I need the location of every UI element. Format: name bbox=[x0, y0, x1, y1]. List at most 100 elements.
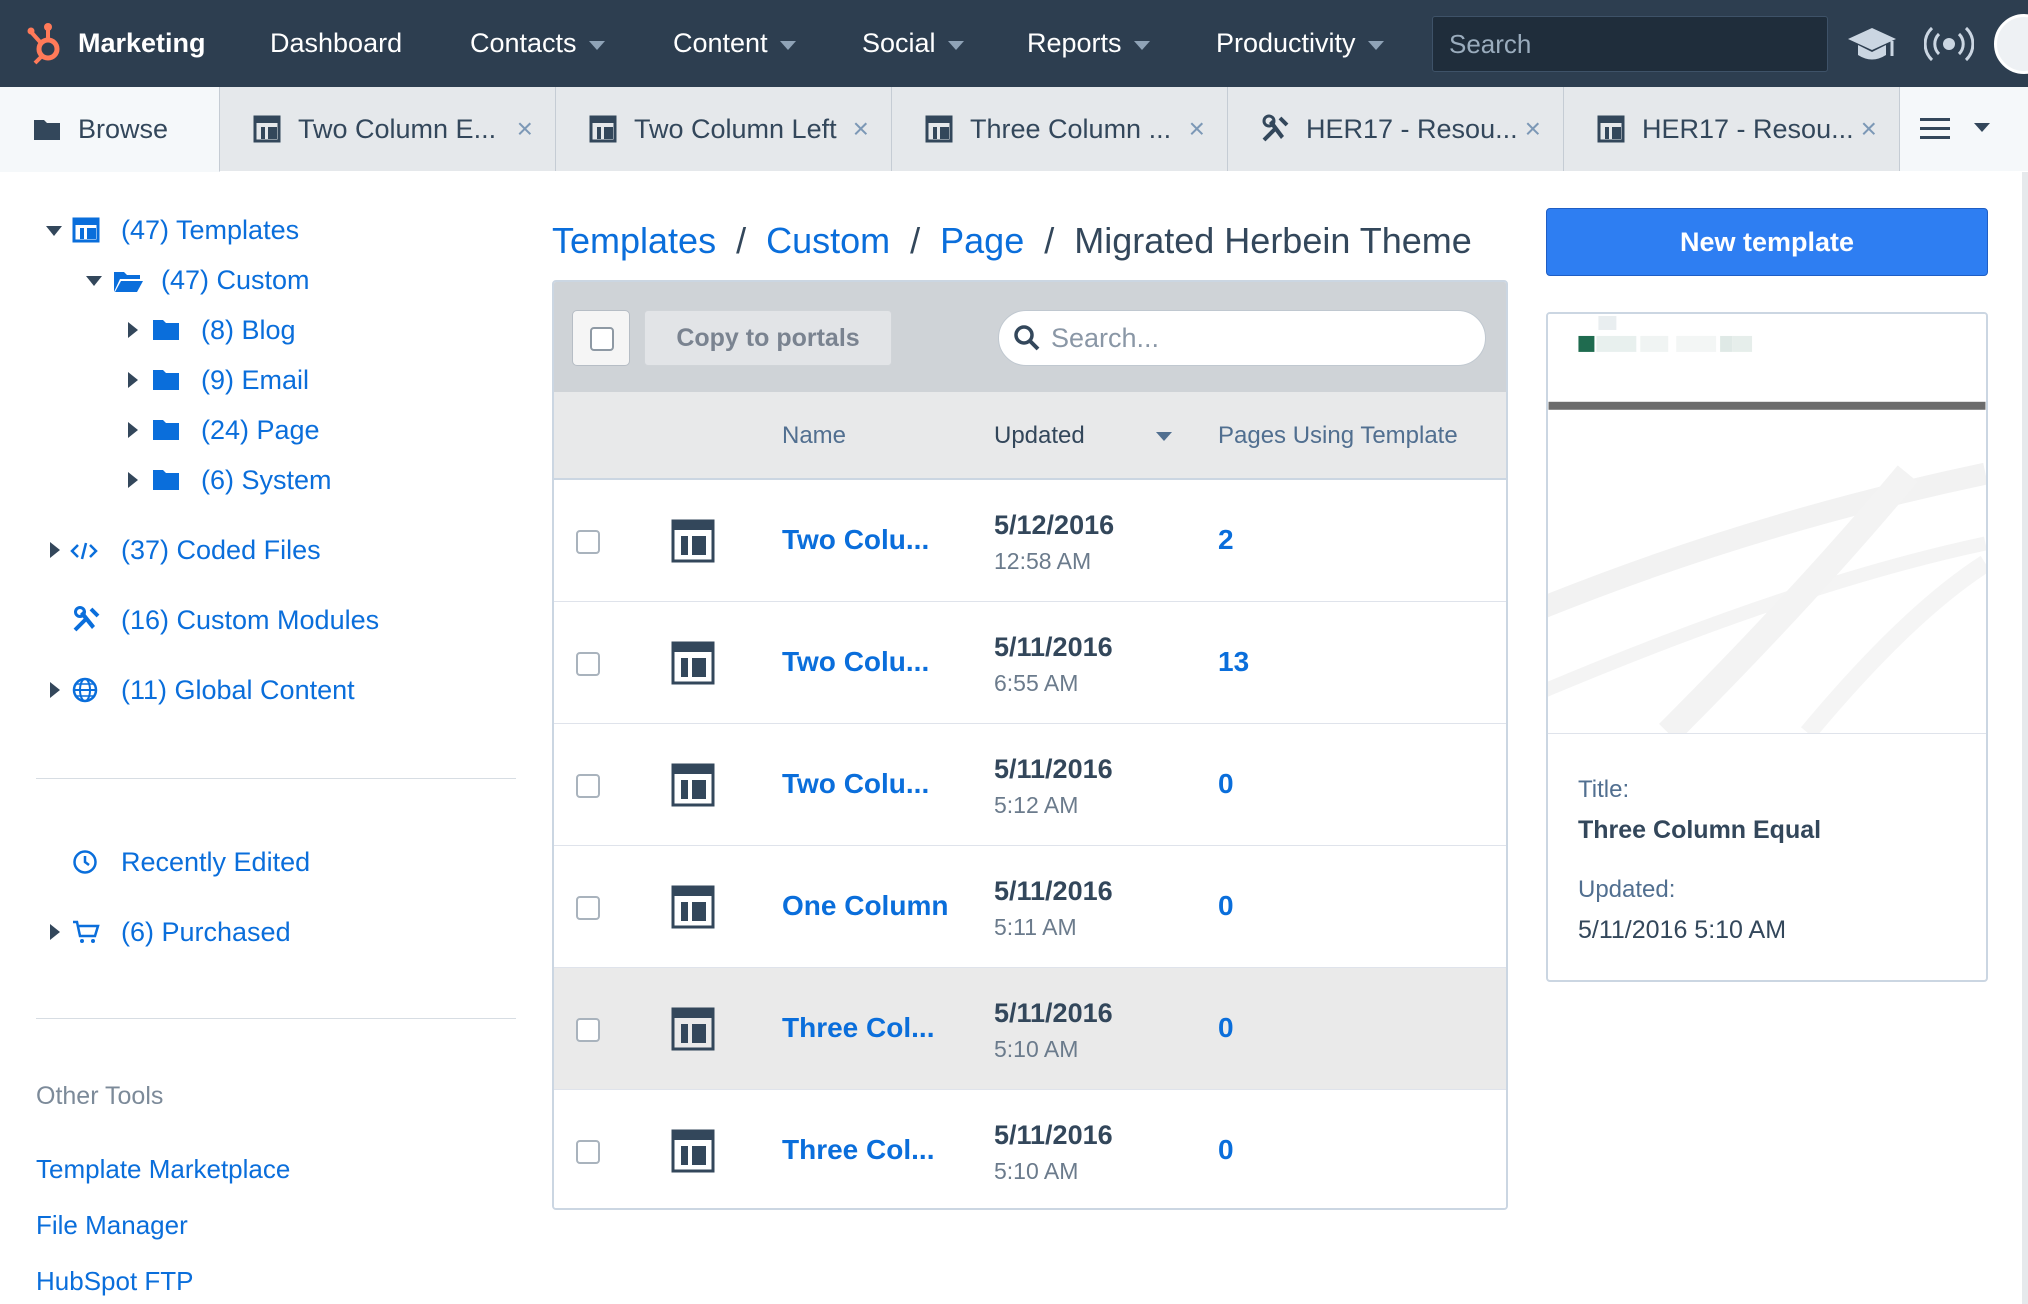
breadcrumb-custom[interactable]: Custom bbox=[766, 220, 890, 262]
notifications-icon[interactable] bbox=[1924, 22, 1974, 66]
tab-bar: Browse Two Column E... × Two Column Left… bbox=[0, 87, 2028, 172]
tree-item-email[interactable]: (9) Email bbox=[0, 360, 540, 400]
caret-right-icon[interactable] bbox=[128, 472, 138, 488]
pages-count-link[interactable]: 13 bbox=[1218, 646, 1249, 678]
template-icon bbox=[671, 1129, 715, 1173]
tree-item-custom[interactable]: (47) Custom bbox=[0, 260, 540, 300]
row-checkbox[interactable] bbox=[576, 896, 600, 920]
sort-descending-icon[interactable] bbox=[1156, 432, 1172, 441]
nav-contacts[interactable]: Contacts bbox=[470, 0, 605, 87]
table-row[interactable]: Two Colu... 5/11/2016 5:12 AM 0 bbox=[554, 724, 1506, 846]
breadcrumb-templates[interactable]: Templates bbox=[552, 220, 716, 262]
template-name-link[interactable]: Two Colu... bbox=[782, 768, 929, 800]
chevron-down-icon bbox=[1367, 40, 1384, 50]
folder-icon bbox=[34, 120, 60, 140]
caret-right-icon[interactable] bbox=[128, 372, 138, 388]
tree-item-global-content[interactable]: (11) Global Content bbox=[0, 670, 540, 710]
tree-item-blog[interactable]: (8) Blog bbox=[0, 310, 540, 350]
chevron-down-icon bbox=[1133, 40, 1150, 50]
avatar[interactable] bbox=[1994, 14, 2028, 74]
row-checkbox[interactable] bbox=[576, 1140, 600, 1164]
academy-icon[interactable] bbox=[1846, 24, 1898, 64]
row-checkbox[interactable] bbox=[576, 530, 600, 554]
nav-dashboard[interactable]: Dashboard bbox=[270, 0, 402, 87]
templates-table-panel: Copy to portals Name Updated Pages Using… bbox=[552, 280, 1508, 1210]
table-row[interactable]: Two Colu... 5/12/2016 12:58 AM 2 bbox=[554, 480, 1506, 602]
close-icon[interactable]: × bbox=[1861, 115, 1877, 143]
updated-date: 5/11/2016 bbox=[994, 998, 1113, 1028]
nav-content[interactable]: Content bbox=[673, 0, 796, 87]
close-icon[interactable]: × bbox=[1525, 115, 1541, 143]
pages-count-link[interactable]: 0 bbox=[1218, 1134, 1234, 1166]
hubspot-ftp-link[interactable]: HubSpot FTP bbox=[36, 1266, 194, 1297]
caret-right-icon[interactable] bbox=[128, 422, 138, 438]
column-header-pages-using-template[interactable]: Pages Using Template bbox=[1218, 422, 1458, 450]
table-header: Name Updated Pages Using Template bbox=[554, 392, 1506, 480]
caret-down-icon[interactable] bbox=[86, 276, 102, 286]
template-name-link[interactable]: Two Colu... bbox=[782, 524, 929, 556]
global-search-input[interactable]: Search bbox=[1432, 16, 1828, 72]
chevron-down-icon bbox=[947, 40, 964, 50]
nav-social[interactable]: Social bbox=[862, 0, 964, 87]
sidebar-recently-edited[interactable]: Recently Edited bbox=[0, 842, 540, 882]
row-checkbox[interactable] bbox=[576, 774, 600, 798]
close-icon[interactable]: × bbox=[517, 115, 533, 143]
table-row[interactable]: One Column 5/11/2016 5:11 AM 0 bbox=[554, 846, 1506, 968]
search-icon bbox=[1014, 325, 1040, 351]
breadcrumb-separator: / bbox=[910, 220, 921, 261]
brand[interactable]: Marketing bbox=[26, 0, 206, 87]
nav-reports[interactable]: Reports bbox=[1027, 0, 1150, 87]
caret-right-icon[interactable] bbox=[50, 542, 60, 558]
copy-to-portals-button[interactable]: Copy to portals bbox=[644, 310, 892, 366]
row-checkbox[interactable] bbox=[576, 1018, 600, 1042]
template-marketplace-link[interactable]: Template Marketplace bbox=[36, 1154, 290, 1185]
tree-item-page[interactable]: (24) Page bbox=[0, 410, 540, 450]
sidebar-purchased[interactable]: (6) Purchased bbox=[0, 912, 540, 952]
nav-productivity[interactable]: Productivity bbox=[1216, 0, 1384, 87]
tree-item-custom-modules[interactable]: (16) Custom Modules bbox=[0, 600, 540, 640]
template-name-link[interactable]: Three Col... bbox=[782, 1134, 934, 1166]
column-header-name[interactable]: Name bbox=[782, 422, 846, 450]
template-name-link[interactable]: Two Colu... bbox=[782, 646, 929, 678]
tab-her17-resources-module[interactable]: HER17 - Resou... × bbox=[1228, 87, 1564, 171]
table-row[interactable]: Three Col... 5/11/2016 5:10 AM 0 bbox=[554, 968, 1506, 1090]
sidebar: (47) Templates (47) Custom (8) Blog (9) … bbox=[0, 172, 540, 1304]
table-search-input[interactable] bbox=[1051, 322, 1451, 354]
tools-icon bbox=[1262, 114, 1289, 142]
chevron-down-icon bbox=[588, 40, 605, 50]
pages-count-link[interactable]: 0 bbox=[1218, 890, 1234, 922]
tab-two-column-left[interactable]: Two Column Left × bbox=[556, 87, 892, 171]
tab-overflow-menu[interactable] bbox=[1900, 87, 2028, 171]
template-name-link[interactable]: One Column bbox=[782, 890, 948, 922]
tab-browse[interactable]: Browse bbox=[0, 87, 220, 172]
template-thumbnail[interactable] bbox=[1548, 314, 1986, 734]
checkbox-box bbox=[590, 327, 614, 351]
caret-right-icon[interactable] bbox=[50, 682, 60, 698]
tab-her17-resources-template[interactable]: HER17 - Resou... × bbox=[1564, 87, 1900, 171]
select-all-checkbox[interactable] bbox=[572, 310, 630, 366]
folder-icon bbox=[153, 470, 179, 490]
file-manager-link[interactable]: File Manager bbox=[36, 1210, 188, 1241]
table-row[interactable]: Three Col... 5/11/2016 5:10 AM 0 bbox=[554, 1090, 1506, 1208]
tree-item-system[interactable]: (6) System bbox=[0, 460, 540, 500]
window-edge bbox=[2022, 172, 2028, 1304]
template-icon bbox=[671, 1007, 715, 1051]
caret-down-icon[interactable] bbox=[46, 226, 62, 236]
row-checkbox[interactable] bbox=[576, 652, 600, 676]
close-icon[interactable]: × bbox=[853, 115, 869, 143]
tab-two-column-e[interactable]: Two Column E... × bbox=[220, 87, 556, 171]
breadcrumb-page[interactable]: Page bbox=[940, 220, 1024, 262]
tree-item-coded-files[interactable]: (37) Coded Files bbox=[0, 530, 540, 570]
template-name-link[interactable]: Three Col... bbox=[782, 1012, 934, 1044]
tab-three-column[interactable]: Three Column ... × bbox=[892, 87, 1228, 171]
pages-count-link[interactable]: 2 bbox=[1218, 524, 1234, 556]
caret-right-icon[interactable] bbox=[128, 322, 138, 338]
pages-count-link[interactable]: 0 bbox=[1218, 768, 1234, 800]
column-header-updated[interactable]: Updated bbox=[994, 422, 1085, 450]
tree-item-templates[interactable]: (47) Templates bbox=[0, 210, 540, 250]
close-icon[interactable]: × bbox=[1189, 115, 1205, 143]
pages-count-link[interactable]: 0 bbox=[1218, 1012, 1234, 1044]
caret-right-icon[interactable] bbox=[50, 924, 60, 940]
new-template-button[interactable]: New template bbox=[1546, 208, 1988, 276]
table-row[interactable]: Two Colu... 5/11/2016 6:55 AM 13 bbox=[554, 602, 1506, 724]
